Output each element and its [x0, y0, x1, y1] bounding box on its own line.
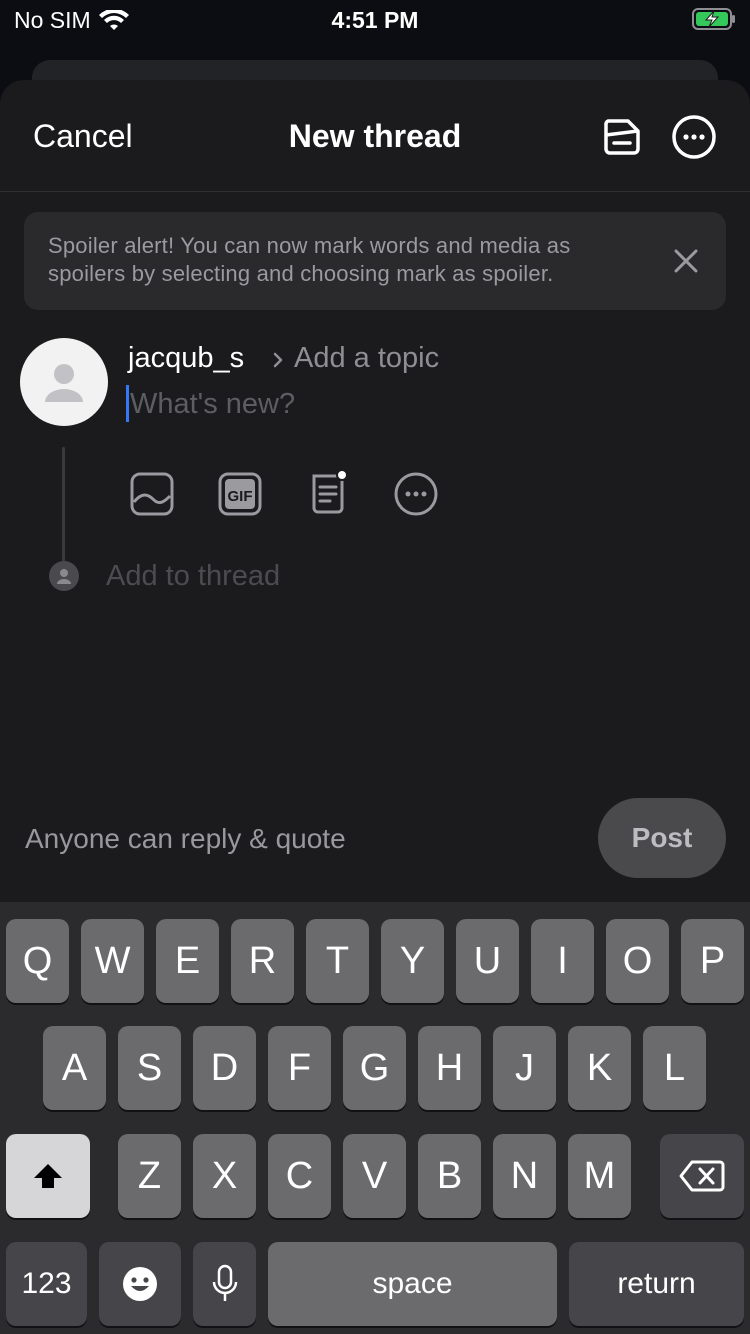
avatar[interactable]: [20, 338, 108, 426]
microphone-icon: [212, 1264, 237, 1301]
key-t[interactable]: T: [306, 919, 369, 1003]
add-topic-button[interactable]: Add a topic: [294, 342, 439, 375]
emoji-key[interactable]: [99, 1242, 181, 1326]
key-q[interactable]: Q: [6, 919, 69, 1003]
space-key[interactable]: space: [268, 1242, 557, 1326]
key-j[interactable]: J: [493, 1026, 556, 1110]
key-l[interactable]: L: [643, 1026, 706, 1110]
more-options-icon[interactable]: [670, 113, 718, 161]
default-avatar-icon: [57, 569, 71, 584]
backspace-icon: [679, 1160, 725, 1192]
status-time: 4:51 PM: [331, 7, 419, 33]
image-icon[interactable]: [128, 470, 176, 518]
backspace-key[interactable]: [660, 1134, 744, 1218]
add-to-thread-button[interactable]: Add to thread: [106, 560, 280, 593]
key-f[interactable]: F: [268, 1026, 331, 1110]
key-c[interactable]: C: [268, 1134, 331, 1218]
default-avatar-icon: [45, 364, 83, 402]
status-bar: No SIM 4:51 PM: [0, 0, 750, 42]
text-caret: [126, 385, 129, 422]
key-h[interactable]: H: [418, 1026, 481, 1110]
close-icon[interactable]: [668, 243, 704, 279]
keyboard: QWERTYUIOP ASDFGHJKL ZXCVBNM 123 space r…: [0, 902, 750, 1334]
drafts-icon[interactable]: [598, 113, 646, 161]
key-w[interactable]: W: [81, 919, 144, 1003]
return-key[interactable]: return: [569, 1242, 744, 1326]
key-z[interactable]: Z: [118, 1134, 181, 1218]
key-v[interactable]: V: [343, 1134, 406, 1218]
microphone-key[interactable]: [193, 1242, 256, 1326]
key-p[interactable]: P: [681, 919, 744, 1003]
key-x[interactable]: X: [193, 1134, 256, 1218]
key-r[interactable]: R: [231, 919, 294, 1003]
new-indicator-dot: [336, 469, 348, 481]
shift-key[interactable]: [6, 1134, 90, 1218]
nav-bar: Cancel New thread: [0, 80, 750, 192]
svg-text:GIF: GIF: [228, 488, 253, 505]
spoiler-banner: Spoiler alert! You can now mark words an…: [24, 212, 726, 310]
key-u[interactable]: U: [456, 919, 519, 1003]
username: jacqub_s: [128, 342, 245, 374]
key-d[interactable]: D: [193, 1026, 256, 1110]
thread-connector-line: [62, 447, 65, 575]
spoiler-banner-text: Spoiler alert! You can now mark words an…: [48, 233, 571, 286]
shift-icon: [34, 1164, 62, 1188]
key-n[interactable]: N: [493, 1134, 556, 1218]
cancel-button[interactable]: Cancel: [33, 118, 133, 155]
emoji-icon: [123, 1267, 157, 1301]
key-a[interactable]: A: [43, 1026, 106, 1110]
key-y[interactable]: Y: [381, 919, 444, 1003]
key-k[interactable]: K: [568, 1026, 631, 1110]
key-g[interactable]: G: [343, 1026, 406, 1110]
gif-icon[interactable]: GIF: [216, 470, 264, 518]
screen: No SIM 4:51 PM Cancel New thread Spoiler…: [0, 0, 750, 1334]
key-e[interactable]: E: [156, 919, 219, 1003]
key-i[interactable]: I: [531, 919, 594, 1003]
more-attachments-icon[interactable]: [392, 470, 440, 518]
key-s[interactable]: S: [118, 1026, 181, 1110]
thread-text-input[interactable]: What's new?: [130, 388, 295, 421]
post-button[interactable]: Post: [598, 798, 726, 878]
reply-setting-button[interactable]: Anyone can reply & quote: [25, 823, 346, 855]
chevron-right-icon: [273, 352, 283, 368]
key-m[interactable]: M: [568, 1134, 631, 1218]
numbers-key[interactable]: 123: [6, 1242, 87, 1326]
key-b[interactable]: B: [418, 1134, 481, 1218]
key-o[interactable]: O: [606, 919, 669, 1003]
small-avatar: [49, 561, 79, 591]
battery-charging-icon: [692, 8, 735, 30]
